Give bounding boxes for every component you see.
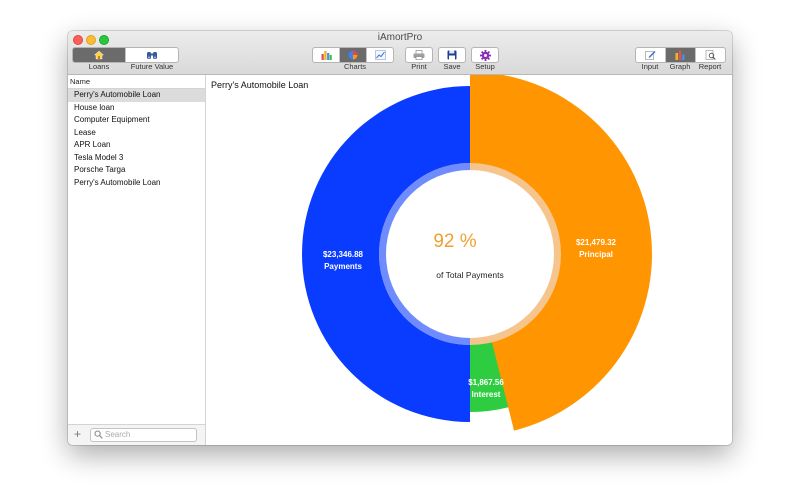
search-placeholder: Search xyxy=(105,430,131,439)
pie-chart-segment[interactable] xyxy=(340,48,367,62)
print-button[interactable] xyxy=(405,47,433,63)
loan-list-item[interactable]: House loan xyxy=(68,102,205,115)
center-caption-label: of Total Payments xyxy=(436,270,503,280)
center-disc xyxy=(386,170,554,338)
charts-segmented-control xyxy=(312,47,394,63)
payments-value-label: $23,346.88 xyxy=(323,250,364,259)
report-icon xyxy=(705,50,716,60)
search-field[interactable]: Search xyxy=(90,428,197,442)
gear-icon xyxy=(479,49,491,61)
graph-segment[interactable] xyxy=(666,48,696,62)
loan-list-item[interactable]: Perry's Automobile Loan xyxy=(68,89,205,102)
titlebar-toolbar: iAmortPro Loans Future Value Charts Prin… xyxy=(68,31,732,75)
interest-name-label: Interest xyxy=(472,390,501,399)
pie-chart-icon xyxy=(348,50,358,60)
add-loan-button[interactable]: + xyxy=(74,427,81,441)
loan-list-item[interactable]: Tesla Model 3 xyxy=(68,152,205,165)
line-chart-segment[interactable] xyxy=(367,48,393,62)
line-chart-icon xyxy=(374,50,386,60)
input-label: Input xyxy=(641,62,659,71)
graph-label: Graph xyxy=(669,62,691,71)
report-segment[interactable] xyxy=(696,48,725,62)
loans-label: Loans xyxy=(88,62,110,71)
view-segmented-control xyxy=(635,47,726,63)
future-value-label: Future Value xyxy=(130,62,174,71)
center-percent-label: 92 % xyxy=(433,231,476,252)
name-column-header[interactable]: Name xyxy=(68,75,205,89)
loan-list-item[interactable]: Perry's Automobile Loan xyxy=(68,177,205,190)
payments-name-label: Payments xyxy=(324,262,362,271)
setup-button[interactable] xyxy=(471,47,499,63)
home-icon xyxy=(94,50,104,60)
loans-future-value-segmented-control xyxy=(72,47,179,63)
window-title: iAmortPro xyxy=(377,32,423,43)
charts-label: Charts xyxy=(343,62,367,71)
search-icon xyxy=(94,430,103,439)
interest-value-label: $1,867.56 xyxy=(468,378,504,387)
loan-list-sidebar: Name Perry's Automobile Loan House loan … xyxy=(68,75,206,445)
print-label: Print xyxy=(411,62,427,71)
loan-list: Perry's Automobile Loan House loan Compu… xyxy=(68,89,205,189)
graph-view: Perry's Automobile Loan $23,346.88 Payme… xyxy=(206,75,732,445)
loans-segment[interactable] xyxy=(73,48,126,62)
input-segment[interactable] xyxy=(636,48,666,62)
sidebar-footer: + Search xyxy=(68,424,205,445)
setup-label: Setup xyxy=(475,62,495,71)
save-button[interactable] xyxy=(438,47,466,63)
app-window: iAmortPro Loans Future Value Charts Prin… xyxy=(68,31,732,445)
principal-name-label: Principal xyxy=(579,250,613,259)
loan-list-item[interactable]: APR Loan xyxy=(68,139,205,152)
loan-list-item[interactable]: Computer Equipment xyxy=(68,114,205,127)
floppy-disk-icon xyxy=(447,50,457,60)
printer-icon xyxy=(413,50,425,60)
principal-value-label: $21,479.32 xyxy=(576,238,617,247)
edit-pencil-icon xyxy=(645,51,656,60)
binoculars-icon xyxy=(147,52,157,59)
save-label: Save xyxy=(443,62,461,71)
graph-icon xyxy=(675,50,685,60)
bar-chart-icon xyxy=(321,51,332,60)
payments-donut-chart: $23,346.88 Payments $21,479.32 Principal… xyxy=(302,75,652,431)
loan-list-item[interactable]: Porsche Targa xyxy=(68,164,205,177)
future-value-segment[interactable] xyxy=(126,48,178,62)
loan-list-item[interactable]: Lease xyxy=(68,127,205,140)
bar-chart-segment[interactable] xyxy=(313,48,340,62)
report-label: Report xyxy=(698,62,722,71)
